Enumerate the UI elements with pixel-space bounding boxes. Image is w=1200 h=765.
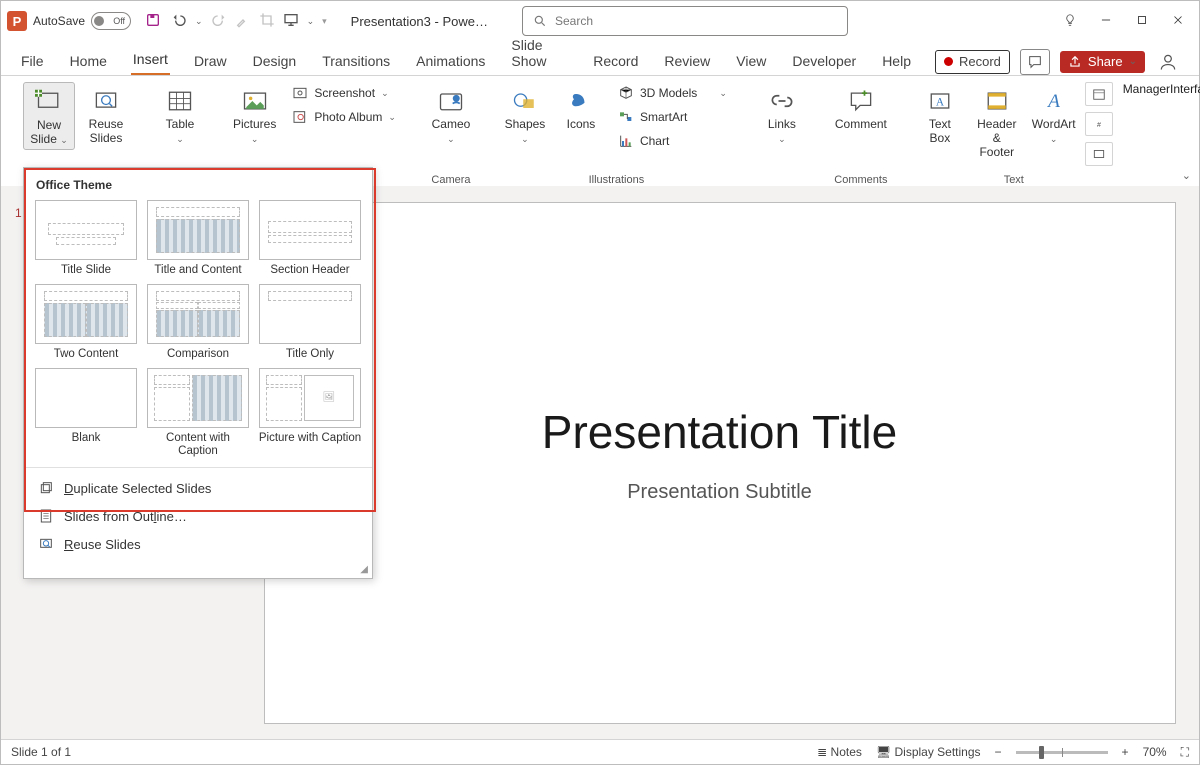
present-icon[interactable] bbox=[283, 12, 299, 31]
search-box[interactable]: Search bbox=[522, 6, 848, 36]
new-slide-gallery: Office Theme Title Slide Title and Conte… bbox=[23, 167, 373, 579]
slide-number-button[interactable]: # bbox=[1085, 112, 1113, 136]
textbox-button[interactable]: A Text Box bbox=[915, 82, 965, 148]
minimize-icon[interactable] bbox=[1099, 13, 1113, 30]
crop-icon bbox=[259, 12, 275, 31]
screenshot-button[interactable]: Screenshot ⌄ bbox=[286, 82, 402, 104]
svg-text:A: A bbox=[1046, 91, 1060, 112]
layout-blank[interactable]: Blank bbox=[34, 368, 138, 460]
layout-picture-caption[interactable]: 🖼 Picture with Caption bbox=[258, 368, 362, 460]
tab-home[interactable]: Home bbox=[68, 53, 109, 75]
comments-pane-button[interactable] bbox=[1020, 49, 1050, 75]
slide-counter: Slide 1 of 1 bbox=[11, 745, 71, 759]
gallery-header: Office Theme bbox=[24, 168, 372, 196]
zoom-slider[interactable] bbox=[1016, 751, 1108, 754]
tab-slideshow[interactable]: Slide Show bbox=[509, 37, 569, 75]
text-group-label: Text bbox=[1004, 174, 1024, 186]
lightbulb-icon[interactable] bbox=[1063, 13, 1077, 30]
pictures-button[interactable]: Pictures⌄ bbox=[229, 82, 280, 148]
illustrations-group-label: Illustrations bbox=[589, 174, 645, 186]
share-button[interactable]: Share⌄ bbox=[1060, 51, 1145, 73]
save-icon[interactable] bbox=[145, 12, 163, 30]
eyedropper-icon bbox=[235, 12, 251, 31]
record-button[interactable]: Record bbox=[935, 50, 1010, 74]
account-icon[interactable] bbox=[1155, 49, 1181, 75]
duplicate-slides-menuitem[interactable]: Duplicate Selected Slides bbox=[24, 474, 372, 502]
close-icon[interactable] bbox=[1171, 13, 1185, 30]
icons-button[interactable]: Icons bbox=[556, 82, 606, 134]
zoom-level[interactable]: 70% bbox=[1143, 745, 1167, 759]
comments-group-label: Comments bbox=[834, 174, 887, 186]
layout-title-slide[interactable]: Title Slide bbox=[34, 200, 138, 278]
layout-title-only[interactable]: Title Only bbox=[258, 284, 362, 362]
autosave-label: AutoSave bbox=[33, 14, 85, 28]
tab-draw[interactable]: Draw bbox=[192, 53, 229, 75]
new-slide-button[interactable]: New Slide ⌄ bbox=[23, 82, 75, 150]
layout-title-content[interactable]: Title and Content bbox=[146, 200, 250, 278]
tab-animations[interactable]: Animations bbox=[414, 53, 487, 75]
comment-button[interactable]: Comment bbox=[831, 82, 891, 134]
tab-record[interactable]: Record bbox=[591, 53, 640, 75]
tab-developer[interactable]: Developer bbox=[790, 53, 858, 75]
display-settings-button[interactable]: 🖥 Display Settings bbox=[876, 745, 981, 759]
search-icon bbox=[533, 14, 547, 28]
redo-icon[interactable] bbox=[211, 12, 227, 31]
slide-subtitle[interactable]: Presentation Subtitle bbox=[627, 481, 812, 504]
reuse-slides-menuitem[interactable]: Reuse Slides bbox=[24, 530, 372, 558]
reuse-slides-button[interactable]: Reuse Slides bbox=[81, 82, 131, 148]
wordart-button[interactable]: A WordArt⌄ bbox=[1029, 82, 1079, 148]
tab-help[interactable]: Help bbox=[880, 53, 913, 75]
app-icon: P bbox=[7, 11, 27, 31]
present-dropdown-icon[interactable]: ⌄ bbox=[307, 16, 315, 27]
slides-from-outline-menuitem[interactable]: Slides from Outline… bbox=[24, 502, 372, 530]
qat-customize-icon[interactable]: ▾ bbox=[322, 16, 327, 27]
layout-section-header[interactable]: Section Header bbox=[258, 200, 362, 278]
autosave-toggle[interactable]: Off bbox=[91, 12, 131, 30]
date-time-button[interactable] bbox=[1085, 82, 1113, 106]
tab-view[interactable]: View bbox=[734, 53, 768, 75]
tab-file[interactable]: File bbox=[19, 53, 46, 75]
tab-design[interactable]: Design bbox=[251, 53, 299, 75]
table-button[interactable]: Table⌄ bbox=[155, 82, 205, 148]
smartart-button[interactable]: SmartArt bbox=[612, 106, 733, 128]
maximize-icon[interactable] bbox=[1135, 13, 1149, 30]
camera-group-label: Camera bbox=[431, 174, 470, 186]
slide-thumb-number: 1 bbox=[15, 206, 22, 220]
object-button[interactable] bbox=[1085, 142, 1113, 166]
tab-review[interactable]: Review bbox=[662, 53, 712, 75]
undo-icon[interactable] bbox=[171, 12, 187, 31]
header-footer-button[interactable]: Header & Footer bbox=[971, 82, 1023, 161]
collapse-ribbon-icon[interactable]: ⌄ bbox=[1182, 169, 1191, 182]
undo-dropdown-icon[interactable]: ⌄ bbox=[195, 16, 203, 27]
photo-album-button[interactable]: Photo Album ⌄ bbox=[286, 106, 402, 128]
zoom-in-button[interactable]: + bbox=[1122, 745, 1129, 759]
layout-two-content[interactable]: Two Content bbox=[34, 284, 138, 362]
slide-title[interactable]: Presentation Title bbox=[542, 405, 897, 459]
zoom-out-button[interactable]: − bbox=[995, 745, 1002, 759]
tab-transitions[interactable]: Transitions bbox=[320, 53, 392, 75]
shapes-button[interactable]: Shapes⌄ bbox=[500, 82, 550, 148]
search-placeholder: Search bbox=[555, 14, 593, 28]
svg-text:A: A bbox=[936, 96, 945, 108]
fit-to-window-button[interactable]: ⛶ bbox=[1181, 745, 1189, 760]
3d-models-button[interactable]: 3D Models ⌄ bbox=[612, 82, 733, 104]
layout-content-caption[interactable]: Content with Caption bbox=[146, 368, 250, 460]
svg-text:#: # bbox=[1097, 122, 1101, 129]
layout-comparison[interactable]: Comparison bbox=[146, 284, 250, 362]
cameo-button[interactable]: Cameo⌄ bbox=[426, 82, 476, 148]
notes-button[interactable]: ≣ Notes bbox=[817, 745, 862, 759]
chart-button[interactable]: Chart bbox=[612, 130, 733, 152]
gallery-resize-grip[interactable]: ◢ bbox=[24, 564, 372, 578]
document-title: Presentation3 - Powe… bbox=[351, 14, 488, 29]
slide-canvas[interactable]: Presentation Title Presentation Subtitle bbox=[264, 202, 1176, 724]
links-button[interactable]: Links⌄ bbox=[757, 82, 807, 148]
tab-insert[interactable]: Insert bbox=[131, 51, 170, 75]
